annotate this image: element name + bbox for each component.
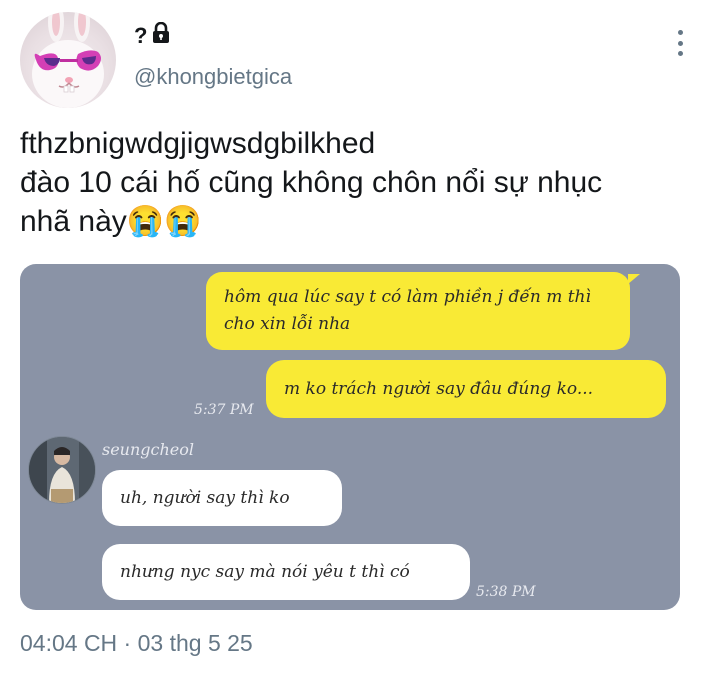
bunny-avatar-image xyxy=(32,12,104,108)
more-options-icon[interactable] xyxy=(670,30,690,56)
outgoing-message-bubble: m ko trách người say đâu đúng ko... xyxy=(266,360,666,418)
profile-avatar[interactable] xyxy=(20,12,116,108)
message-time: 5:38 PM xyxy=(476,584,536,600)
incoming-message-bubble: uh, người say thì ko xyxy=(102,470,342,526)
message-time: 5:37 PM xyxy=(194,402,254,418)
author-name-row[interactable]: ? xyxy=(134,21,171,49)
tweet-media-image[interactable]: hôm qua lúc say t có làm phiền j đến m t… xyxy=(20,264,680,610)
incoming-message-bubble: nhưng nyc say mà nói yêu t thì có xyxy=(102,544,470,600)
incoming-message-text: uh, người say thì ko xyxy=(120,487,290,508)
bubble-tail xyxy=(628,274,640,284)
author-handle[interactable]: @khongbietgica xyxy=(134,64,292,90)
outgoing-message-bubble: hôm qua lúc say t có làm phiền j đến m t… xyxy=(206,272,630,350)
tweet-timestamp[interactable]: 04:04 CH · 03 thg 5 25 xyxy=(20,630,253,657)
tweet-text: fthzbnigwdgjigwsdgbilkhed đào 10 cái hố … xyxy=(20,127,603,238)
lock-icon xyxy=(151,21,171,49)
sender-avatar xyxy=(28,436,96,504)
outgoing-message-text: hôm qua lúc say t có làm phiền j đến m t… xyxy=(224,287,591,334)
display-name[interactable]: ? xyxy=(134,23,147,49)
sender-name: seungcheol xyxy=(102,440,195,459)
incoming-message-text: nhưng nyc say mà nói yêu t thì có xyxy=(120,561,410,582)
outgoing-message-text: m ko trách người say đâu đúng ko... xyxy=(284,378,594,399)
